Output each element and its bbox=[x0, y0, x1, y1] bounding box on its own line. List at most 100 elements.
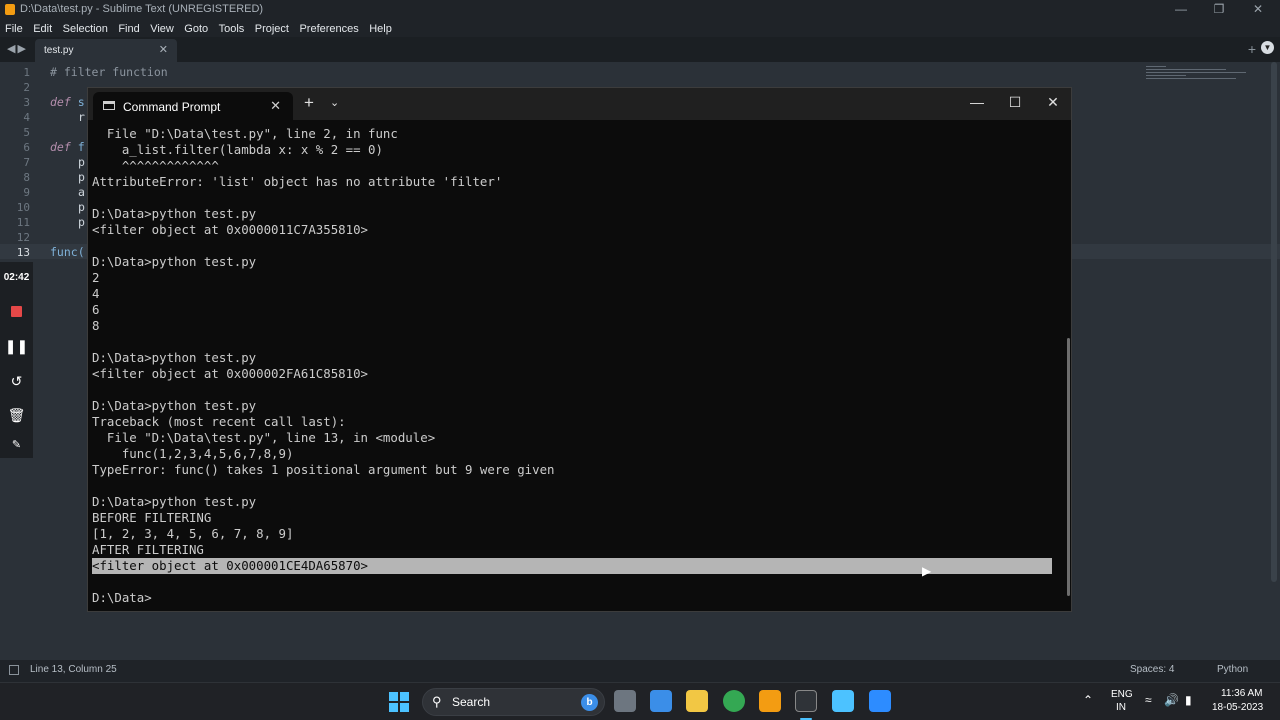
bing-icon[interactable]: b bbox=[581, 694, 598, 711]
file-explorer-icon[interactable] bbox=[686, 690, 708, 712]
code-line: p bbox=[78, 170, 85, 184]
terminal-line: 2 bbox=[92, 270, 100, 285]
menu-find[interactable]: Find bbox=[118, 20, 139, 38]
sublime-app-icon bbox=[5, 4, 15, 15]
region-indicator[interactable]: IN bbox=[1116, 702, 1126, 713]
minimize-icon[interactable]: — bbox=[1166, 2, 1196, 17]
trash-icon[interactable]: 🗑 bbox=[0, 407, 33, 424]
line-number: 1 bbox=[23, 66, 30, 79]
pause-icon[interactable]: ❚❚ bbox=[0, 338, 33, 355]
chrome-icon[interactable] bbox=[723, 690, 745, 712]
terminal-line: AFTER FILTERING bbox=[92, 542, 204, 557]
menu-preferences[interactable]: Preferences bbox=[299, 20, 358, 38]
status-bar: Line 13, Column 25 Spaces: 4 Python bbox=[0, 660, 1280, 682]
window-title: D:\Data\test.py - Sublime Text (UNREGIST… bbox=[20, 3, 264, 15]
terminal-line: 4 bbox=[92, 286, 100, 301]
terminal-line: D:\Data>python test.py bbox=[92, 350, 257, 365]
mouse-cursor-icon: ▶ bbox=[922, 564, 932, 578]
line-number: 12 bbox=[16, 231, 30, 244]
line-number: 9 bbox=[23, 186, 30, 199]
new-terminal-tab-icon[interactable]: + bbox=[304, 93, 314, 113]
terminal-scrollbar[interactable] bbox=[1067, 338, 1070, 596]
terminal-output[interactable]: File "D:\Data\test.py", line 2, in func … bbox=[92, 126, 1052, 606]
terminal-line-selected: <filter object at 0x000001CE4DA65870> bbox=[92, 558, 1052, 574]
tab-nav-arrows-icon[interactable]: ◀▶ bbox=[7, 42, 28, 55]
search-icon: ⚲ bbox=[432, 694, 442, 709]
terminal-minimize-icon[interactable]: — bbox=[958, 94, 996, 110]
terminal-line: ^^^^^^^^^^^^^ bbox=[92, 158, 219, 173]
terminal-tab-close-icon[interactable]: ✕ bbox=[270, 98, 281, 114]
terminal-taskbar-icon[interactable] bbox=[795, 690, 817, 712]
new-tab-plus-icon[interactable]: + bbox=[1248, 41, 1256, 57]
terminal-line: D:\Data>python test.py bbox=[92, 494, 257, 509]
command-prompt-window: Command Prompt ✕ + ⌄ — ☐ ✕ File "D:\Data… bbox=[87, 87, 1072, 612]
line-number: 8 bbox=[23, 171, 30, 184]
menu-selection[interactable]: Selection bbox=[63, 20, 108, 38]
recording-timer: 02:42 bbox=[3, 272, 30, 283]
terminal-line: 8 bbox=[92, 318, 100, 333]
code-line: p bbox=[78, 215, 85, 229]
chevron-down-icon[interactable]: ⌄ bbox=[330, 96, 339, 109]
stop-record-icon[interactable] bbox=[11, 306, 22, 317]
volume-icon[interactable]: 🔊 bbox=[1164, 693, 1179, 707]
sublime-taskbar-icon[interactable] bbox=[759, 690, 781, 712]
menu-edit[interactable]: Edit bbox=[33, 20, 52, 38]
terminal-line: D:\Data>python test.py bbox=[92, 206, 257, 221]
battery-icon[interactable]: ▮ bbox=[1185, 693, 1192, 707]
terminal-line: AttributeError: 'list' object has no att… bbox=[92, 174, 503, 189]
maximize-icon[interactable]: ❐ bbox=[1204, 2, 1234, 17]
terminal-line: 6 bbox=[92, 302, 100, 317]
menu-file[interactable]: File bbox=[5, 20, 23, 38]
terminal-line: D:\Data> bbox=[92, 590, 152, 605]
syntax-setting[interactable]: Python bbox=[1217, 664, 1248, 675]
notepad-icon[interactable] bbox=[832, 690, 854, 712]
minimap[interactable] bbox=[1146, 66, 1256, 90]
store-icon[interactable] bbox=[650, 690, 672, 712]
indentation-setting[interactable]: Spaces: 4 bbox=[1130, 664, 1174, 675]
terminal-line: <filter object at 0x000002FA61C85810> bbox=[92, 366, 369, 381]
code-comment: # filter function bbox=[50, 65, 168, 79]
code-line: p bbox=[78, 155, 85, 169]
line-number: 7 bbox=[23, 156, 30, 169]
tab-close-icon[interactable]: ✕ bbox=[159, 43, 168, 56]
menu-project[interactable]: Project bbox=[255, 20, 289, 38]
close-icon[interactable]: ✕ bbox=[1243, 2, 1273, 17]
cursor-position[interactable]: Line 13, Column 25 bbox=[30, 664, 117, 675]
wifi-icon[interactable]: ≈ bbox=[1145, 693, 1152, 707]
tab-test-py[interactable]: test.py ✕ bbox=[35, 39, 177, 62]
panel-toggle-icon[interactable] bbox=[9, 665, 19, 675]
line-number: 5 bbox=[23, 126, 30, 139]
language-indicator[interactable]: ENG bbox=[1111, 689, 1133, 700]
terminal-line: Traceback (most recent call last): bbox=[92, 414, 346, 429]
code-line: def s bbox=[50, 95, 85, 109]
terminal-line: BEFORE FILTERING bbox=[92, 510, 212, 525]
line-number: 2 bbox=[23, 81, 30, 94]
tab-dropdown-icon[interactable]: ▼ bbox=[1261, 41, 1274, 54]
screen-recorder-panel: 02:42 ❚❚ ↺ 🗑 ✎ bbox=[0, 262, 33, 458]
terminal-line: D:\Data>python test.py bbox=[92, 254, 257, 269]
windows-start-icon[interactable] bbox=[389, 692, 409, 712]
scrollbar-thumb[interactable] bbox=[1271, 62, 1277, 582]
clock-time[interactable]: 11:36 AM bbox=[1221, 688, 1263, 699]
restart-icon[interactable]: ↺ bbox=[0, 373, 33, 390]
zoom-icon[interactable] bbox=[869, 690, 891, 712]
editor-scrollbar[interactable] bbox=[1271, 62, 1277, 622]
terminal-line: D:\Data>python test.py bbox=[92, 398, 257, 413]
menu-view[interactable]: View bbox=[150, 20, 174, 38]
line-number: 4 bbox=[23, 111, 30, 124]
menu-help[interactable]: Help bbox=[369, 20, 392, 38]
menu-goto[interactable]: Goto bbox=[184, 20, 208, 38]
task-view-icon[interactable] bbox=[614, 690, 636, 712]
menu-tools[interactable]: Tools bbox=[219, 20, 245, 38]
terminal-line: TypeError: func() takes 1 positional arg… bbox=[92, 462, 555, 477]
terminal-line: [1, 2, 3, 4, 5, 6, 7, 8, 9] bbox=[92, 526, 294, 541]
code-line: def f bbox=[50, 140, 85, 154]
taskbar-search[interactable]: ⚲ Search b bbox=[422, 688, 605, 716]
tray-overflow-icon[interactable]: ⌃ bbox=[1083, 693, 1093, 707]
terminal-close-icon[interactable]: ✕ bbox=[1034, 94, 1072, 111]
terminal-tab[interactable]: Command Prompt ✕ bbox=[93, 92, 293, 120]
terminal-maximize-icon[interactable]: ☐ bbox=[996, 94, 1034, 111]
annotate-icon[interactable]: ✎ bbox=[0, 438, 33, 451]
code-line: p bbox=[78, 200, 85, 214]
clock-date[interactable]: 18-05-2023 bbox=[1212, 702, 1263, 713]
